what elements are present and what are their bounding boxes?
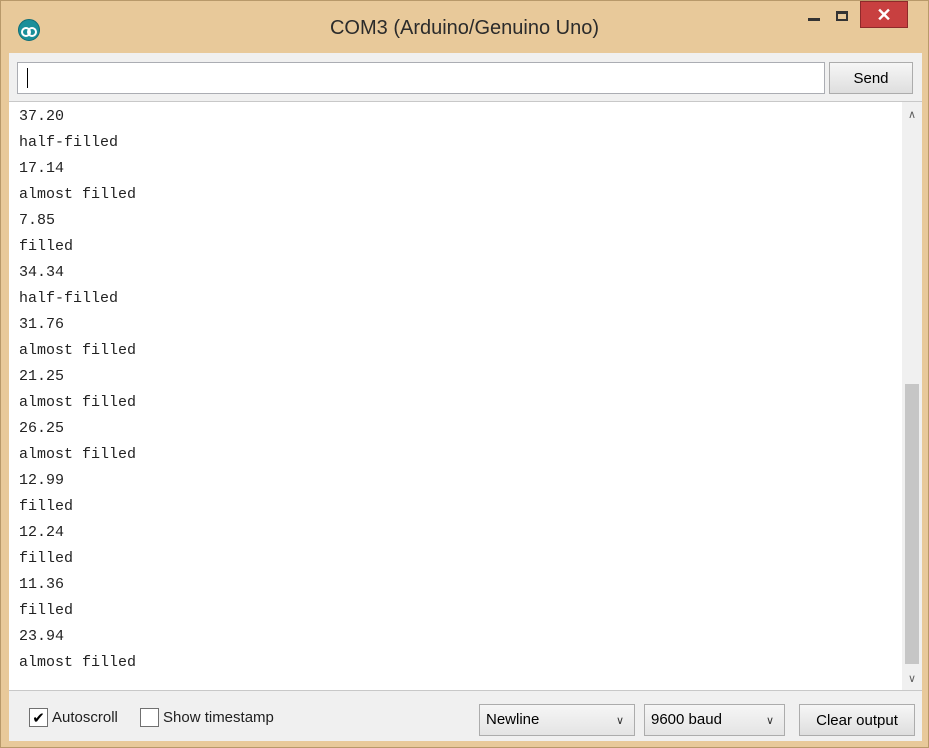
serial-send-input[interactable] (17, 62, 825, 94)
output-line: almost filled (19, 446, 137, 463)
autoscroll-label[interactable]: Autoscroll (52, 709, 118, 726)
vertical-scrollbar[interactable]: ∧ ∨ (902, 102, 922, 690)
chevron-down-icon: ∨ (765, 715, 774, 727)
autoscroll-checkbox[interactable]: ✔ (29, 708, 48, 727)
text-caret (27, 68, 28, 88)
output-line: 21.25 (19, 368, 65, 385)
output-line: half-filled (19, 134, 119, 151)
show-timestamp-checkbox[interactable] (140, 708, 159, 727)
serial-monitor-window: COM3 (Arduino/Genuino Uno) ✕ Send 37.20 h… (0, 0, 929, 748)
bottom-toolbar: ✔ Autoscroll Show timestamp Newline ∨ 96… (9, 695, 922, 741)
output-line: 12.99 (19, 472, 65, 489)
minimize-icon (808, 17, 820, 21)
output-line: filled (19, 498, 74, 515)
output-line: almost filled (19, 342, 137, 359)
minimize-button[interactable] (800, 1, 828, 31)
output-line: almost filled (19, 394, 137, 411)
checkmark-icon: ✔ (32, 709, 45, 727)
output-line: 7.85 (19, 212, 56, 229)
output-line: 31.76 (19, 316, 65, 333)
baud-rate-dropdown[interactable]: 9600 baud ∨ (644, 704, 785, 736)
scroll-up-icon[interactable]: ∧ (902, 104, 922, 124)
send-button[interactable]: Send (829, 62, 913, 94)
window-title: COM3 (Arduino/Genuino Uno) (329, 17, 599, 39)
scrollbar-thumb[interactable] (905, 384, 919, 664)
output-line: half-filled (19, 290, 119, 307)
output-line: filled (19, 238, 74, 255)
output-line: filled (19, 550, 74, 567)
serial-output-area[interactable]: 37.20 half-filled 17.14 almost filled 7.85 fi… (9, 101, 922, 691)
output-line: 11.36 (19, 576, 65, 593)
client-area: Send 37.20 half-filled 17.14 almost filled 7… (9, 53, 922, 741)
maximize-button[interactable] (827, 1, 857, 31)
output-line: filled (19, 602, 74, 619)
clear-output-button[interactable]: Clear output (799, 704, 915, 736)
scroll-down-icon[interactable]: ∨ (902, 668, 922, 688)
line-ending-dropdown[interactable]: Newline ∨ (479, 704, 635, 736)
close-button[interactable]: ✕ (860, 1, 908, 28)
output-line: 37.20 (19, 108, 65, 125)
maximize-icon (836, 11, 848, 21)
output-line: 23.94 (19, 628, 65, 645)
output-line: 34.34 (19, 264, 65, 281)
output-line: 17.14 (19, 160, 65, 177)
line-ending-value: Newline (486, 711, 540, 728)
chevron-down-icon: ∨ (615, 715, 624, 727)
baud-rate-value: 9600 baud (651, 711, 722, 728)
output-line: almost filled (19, 654, 137, 671)
close-icon: ✕ (876, 4, 892, 25)
output-line: 12.24 (19, 524, 65, 541)
title-bar[interactable]: COM3 (Arduino/Genuino Uno) ✕ (1, 1, 928, 59)
output-line: almost filled (19, 186, 137, 203)
show-timestamp-label[interactable]: Show timestamp (163, 709, 274, 726)
output-line: 26.25 (19, 420, 65, 437)
output-lines: 37.20 half-filled 17.14 almost filled 7.85 fi… (19, 104, 889, 676)
